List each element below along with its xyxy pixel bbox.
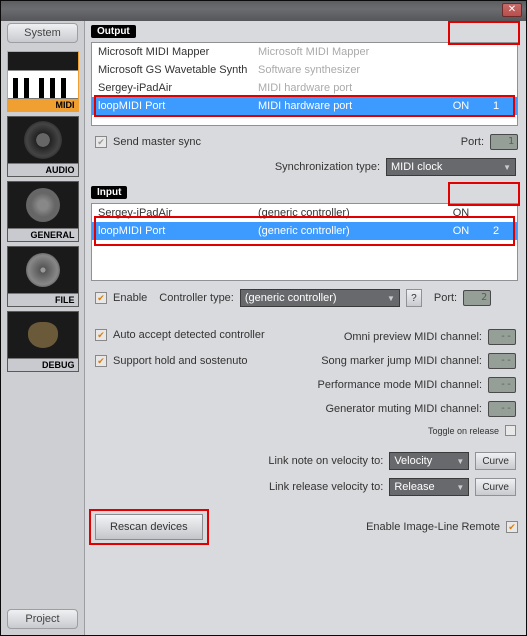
input-row-selected[interactable]: loopMIDI Port (generic controller) ON2 xyxy=(92,222,517,240)
input-group: Input Sergey-iPadAir (generic controller… xyxy=(91,186,518,307)
gear-icon xyxy=(26,188,60,222)
enable-row: Enable Controller type: (generic control… xyxy=(95,289,518,307)
song-marker-label: Song marker jump MIDI channel: xyxy=(321,355,482,367)
omni-label: Omni preview MIDI channel: xyxy=(344,331,482,343)
curve-button-note-on[interactable]: Curve xyxy=(475,452,516,470)
sidebar-thumbs: MIDI AUDIO GENERAL FILE DEBUG xyxy=(1,47,84,372)
auto-accept-checkbox[interactable] xyxy=(95,329,107,341)
curve-button-release[interactable]: Curve xyxy=(475,478,516,496)
omni-value[interactable]: -- xyxy=(488,329,516,345)
titlebar[interactable]: ✕ xyxy=(1,1,526,21)
sidebar-item-file[interactable]: FILE xyxy=(7,246,79,307)
output-group: Output Microsoft MIDI Mapper Microsoft M… xyxy=(91,25,518,176)
perf-mode-label: Performance mode MIDI channel: xyxy=(318,379,482,391)
input-title: Input xyxy=(91,186,127,199)
controller-help-button[interactable]: ? xyxy=(406,289,422,307)
toggle-release-checkbox[interactable] xyxy=(505,425,516,436)
sidebar-item-midi[interactable]: MIDI xyxy=(7,51,79,112)
support-hold-row: Support hold and sostenuto xyxy=(95,355,291,367)
sidebar-item-audio[interactable]: AUDIO xyxy=(7,116,79,177)
link-release-row: Link release velocity to: Release▼ Curve xyxy=(95,478,516,496)
output-row[interactable]: Microsoft GS Wavetable Synth Software sy… xyxy=(92,61,517,79)
window-body: System MIDI AUDIO GENERAL FILE xyxy=(1,21,526,635)
sync-type-combo[interactable]: MIDI clock▼ xyxy=(386,158,516,176)
link-note-on-combo[interactable]: Velocity▼ xyxy=(389,452,469,470)
bug-icon xyxy=(28,322,58,348)
input-port-value[interactable]: 2 xyxy=(463,290,491,306)
keyboard-icon xyxy=(8,52,78,98)
input-row[interactable]: Sergey-iPadAir (generic controller) ON xyxy=(92,204,517,222)
gen-muting-label: Generator muting MIDI channel: xyxy=(325,403,482,415)
options-grid: Auto accept detected controller Support … xyxy=(91,321,518,438)
send-master-sync-row: Send master sync Port: 1 xyxy=(95,134,518,150)
sidebar-item-label: DEBUG xyxy=(8,358,78,371)
disc-icon xyxy=(26,253,60,287)
output-port-value[interactable]: 1 xyxy=(490,134,518,150)
sync-type-label: Synchronization type: xyxy=(275,161,380,173)
sync-type-row: Synchronization type: MIDI clock▼ xyxy=(95,158,516,176)
main-panel: Output Microsoft MIDI Mapper Microsoft M… xyxy=(85,21,526,635)
input-port-label: Port: xyxy=(434,292,457,304)
song-marker-value[interactable]: -- xyxy=(488,353,516,369)
sidebar-item-label: AUDIO xyxy=(8,163,78,176)
sidebar: System MIDI AUDIO GENERAL FILE xyxy=(1,21,85,635)
close-icon[interactable]: ✕ xyxy=(502,3,522,17)
sidebar-item-label: FILE xyxy=(8,293,78,306)
output-port-label: Port: xyxy=(461,136,484,148)
toggle-release-label: Toggle on release xyxy=(428,426,499,436)
chevron-down-icon: ▼ xyxy=(503,163,511,172)
output-row[interactable]: Microsoft MIDI Mapper Microsoft MIDI Map… xyxy=(92,43,517,61)
chevron-down-icon: ▼ xyxy=(456,483,464,492)
auto-accept-row: Auto accept detected controller xyxy=(95,329,291,341)
link-note-on-label: Link note on velocity to: xyxy=(268,455,383,467)
support-hold-label: Support hold and sostenuto xyxy=(113,355,248,367)
output-row[interactable]: Sergey-iPadAir MIDI hardware port xyxy=(92,79,517,97)
send-master-sync-checkbox[interactable] xyxy=(95,136,107,148)
link-release-combo[interactable]: Release▼ xyxy=(389,478,469,496)
controller-type-label: Controller type: xyxy=(159,292,234,304)
input-list[interactable]: Sergey-iPadAir (generic controller) ON l… xyxy=(91,203,518,281)
chevron-down-icon: ▼ xyxy=(387,294,395,303)
link-note-on-row: Link note on velocity to: Velocity▼ Curv… xyxy=(95,452,516,470)
enable-label: Enable xyxy=(113,292,147,304)
tab-project[interactable]: Project xyxy=(7,609,78,629)
support-hold-checkbox[interactable] xyxy=(95,355,107,367)
auto-accept-label: Auto accept detected controller xyxy=(113,329,265,341)
output-row-selected[interactable]: loopMIDI Port MIDI hardware port ON1 xyxy=(92,97,517,115)
gen-muting-value[interactable]: -- xyxy=(488,401,516,417)
sidebar-item-general[interactable]: GENERAL xyxy=(7,181,79,242)
send-master-sync-label: Send master sync xyxy=(113,136,201,148)
controller-type-combo[interactable]: (generic controller)▼ xyxy=(240,289,400,307)
enable-remote-label: Enable Image-Line Remote xyxy=(366,521,500,533)
settings-window: ✕ System MIDI AUDIO GENERAL xyxy=(0,0,527,636)
output-list[interactable]: Microsoft MIDI Mapper Microsoft MIDI Map… xyxy=(91,42,518,126)
chevron-down-icon: ▼ xyxy=(456,457,464,466)
output-title: Output xyxy=(91,25,136,38)
sidebar-item-label: GENERAL xyxy=(8,228,78,241)
footer-row: Rescan devices Enable Image-Line Remote xyxy=(95,514,518,540)
rescan-devices-button[interactable]: Rescan devices xyxy=(95,514,203,540)
enable-remote-checkbox[interactable] xyxy=(506,521,518,533)
sidebar-item-label: MIDI xyxy=(8,98,78,111)
sidebar-item-debug[interactable]: DEBUG xyxy=(7,311,79,372)
speaker-icon xyxy=(24,121,62,159)
enable-checkbox[interactable] xyxy=(95,292,107,304)
perf-mode-value[interactable]: -- xyxy=(488,377,516,393)
link-release-label: Link release velocity to: xyxy=(269,481,383,493)
tab-system[interactable]: System xyxy=(7,23,78,43)
